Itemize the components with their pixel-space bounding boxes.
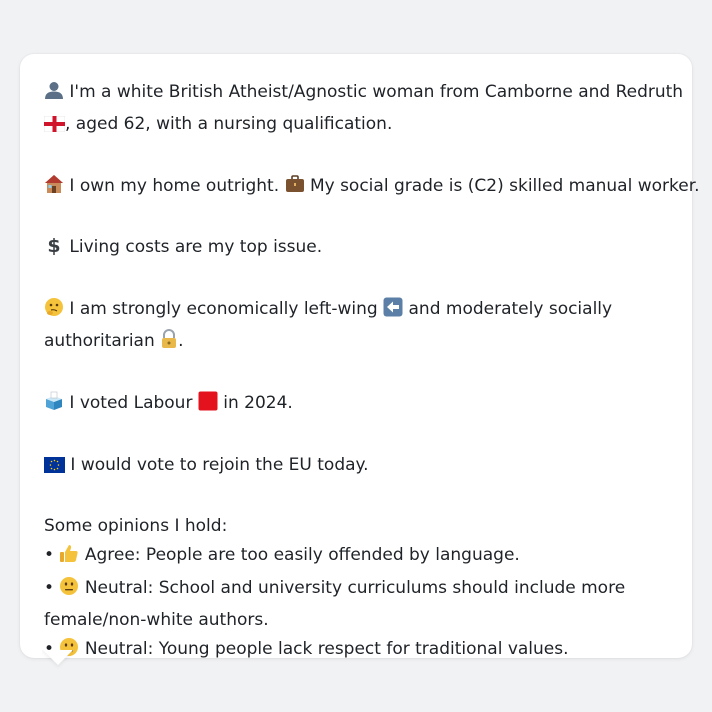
- left-arrow-icon: [383, 297, 403, 327]
- dollar-icon: $: [44, 235, 64, 265]
- england-flag-icon: [43, 113, 66, 142]
- opinions-heading: Some opinions I hold:: [44, 516, 228, 537]
- opinion-item-continued: female/non-white authors.: [44, 610, 269, 631]
- opinion-item: • Agree: People are too easily offended …: [44, 541, 670, 573]
- house-icon: [44, 174, 64, 204]
- lock-icon: [160, 329, 178, 359]
- issue-line: $ Living costs are my top issue.: [44, 233, 670, 265]
- eu-flag-icon: [44, 454, 65, 483]
- ballot-box-icon: [44, 391, 64, 421]
- neutral-face-icon: [59, 576, 79, 606]
- thinking-face-icon: [44, 297, 64, 327]
- eu-line: I would vote to rejoin the EU today.: [44, 451, 670, 483]
- briefcase-icon: [285, 174, 305, 204]
- home-line: I own my home outright. My social grade …: [44, 172, 700, 204]
- thumbs-up-icon: [59, 543, 79, 573]
- message-card: I'm a white British Atheist/Agnostic wom…: [20, 54, 700, 659]
- svg-text:$: $: [47, 235, 60, 255]
- politics-line-2: authoritarian .: [44, 327, 670, 359]
- opinion-item: • Neutral: Young people lack respect for…: [44, 635, 670, 667]
- identity-line: I'm a white British Atheist/Agnostic wom…: [44, 78, 683, 110]
- red-square-icon: [198, 391, 218, 421]
- politics-line: I am strongly economically left-wing and…: [44, 295, 670, 327]
- person-icon: [44, 80, 64, 110]
- opinion-item: • Neutral: School and university curricu…: [44, 574, 670, 606]
- speech-bubble-tail: [42, 650, 76, 678]
- identity-line-2: , aged 62, with a nursing qualification.: [43, 110, 670, 142]
- vote-line: I voted Labour in 2024.: [44, 389, 670, 421]
